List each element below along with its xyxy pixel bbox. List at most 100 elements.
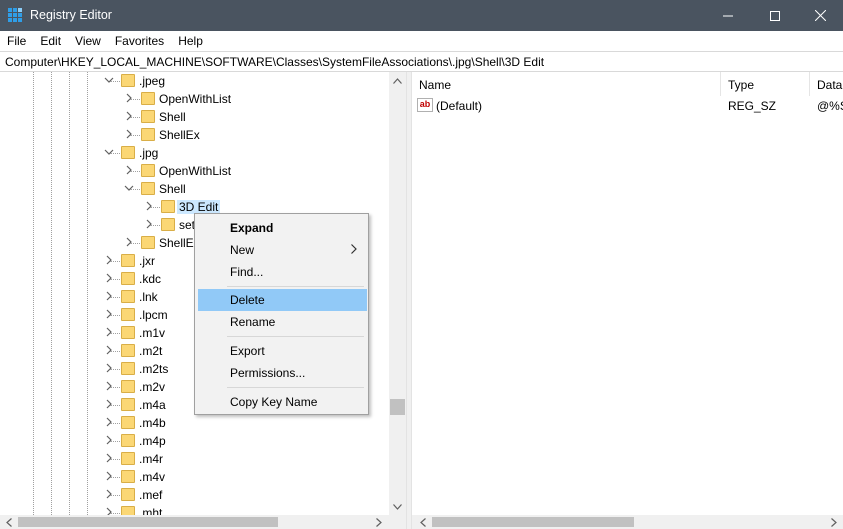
menu-favorites[interactable]: Favorites	[108, 31, 171, 51]
table-row[interactable]: ab (Default) REG_SZ @%S	[412, 97, 843, 115]
tree-item[interactable]: .mef	[0, 486, 390, 504]
tree-item-label: Shell	[159, 182, 186, 196]
tree-item-label: .jpeg	[139, 74, 166, 88]
chevron-right-icon[interactable]	[104, 255, 114, 265]
tree-item[interactable]: .jpg	[0, 144, 390, 162]
menu-item-label: Rename	[230, 315, 276, 329]
tree-horizontal-scrollbar[interactable]	[0, 515, 389, 529]
menu-item-delete[interactable]: Delete	[198, 289, 367, 311]
menu-separator	[227, 336, 364, 337]
chevron-right-icon[interactable]	[104, 363, 114, 373]
menu-edit[interactable]: Edit	[33, 31, 68, 51]
scroll-thumb[interactable]	[18, 517, 278, 527]
chevron-down-icon[interactable]	[104, 75, 114, 85]
chevron-right-icon[interactable]	[144, 219, 154, 229]
tree-item[interactable]: .m4v	[0, 468, 390, 486]
tree-item[interactable]: Shell	[0, 180, 390, 198]
menu-item-expand[interactable]: Expand	[198, 217, 367, 239]
chevron-down-icon[interactable]	[124, 183, 134, 193]
column-header-data[interactable]: Data	[810, 72, 843, 96]
folder-icon	[121, 290, 135, 303]
address-bar[interactable]: Computer\HKEY_LOCAL_MACHINE\SOFTWARE\Cla…	[0, 51, 843, 72]
tree-item-label: OpenWithList	[159, 92, 232, 106]
menu-item-permissions[interactable]: Permissions...	[198, 362, 367, 384]
value-list: Name Type Data ab (Default) REG_SZ @%S	[412, 72, 843, 515]
menu-item-label: Export	[230, 344, 265, 358]
string-value-icon: ab	[417, 98, 433, 112]
chevron-right-icon[interactable]	[104, 453, 114, 463]
chevron-right-icon[interactable]	[104, 291, 114, 301]
menu-item-new[interactable]: New	[198, 239, 367, 261]
menu-file[interactable]: File	[0, 31, 33, 51]
tree-item-label: .m1v	[139, 326, 166, 340]
chevron-right-icon[interactable]	[124, 129, 134, 139]
menu-view[interactable]: View	[68, 31, 108, 51]
folder-icon	[121, 308, 135, 321]
menu-item-find[interactable]: Find...	[198, 261, 367, 283]
chevron-right-icon[interactable]	[104, 399, 114, 409]
address-path: Computer\HKEY_LOCAL_MACHINE\SOFTWARE\Cla…	[5, 55, 545, 69]
tree-item[interactable]: OpenWithList	[0, 162, 390, 180]
tree-item-label: .mef	[139, 488, 163, 502]
scroll-right-arrow[interactable]	[372, 515, 386, 529]
registry-editor-window: Registry Editor File Edit View Favorites…	[0, 0, 843, 529]
chevron-right-icon[interactable]	[124, 237, 134, 247]
chevron-down-icon[interactable]	[104, 147, 114, 157]
minimize-button[interactable]	[705, 0, 751, 31]
window-title: Registry Editor	[30, 8, 112, 22]
folder-icon	[141, 182, 155, 195]
title-bar[interactable]: Registry Editor	[0, 0, 843, 31]
chevron-right-icon[interactable]	[124, 165, 134, 175]
folder-icon	[121, 146, 135, 159]
column-header-type[interactable]: Type	[721, 72, 810, 96]
menu-item-rename[interactable]: Rename	[198, 311, 367, 333]
maximize-button[interactable]	[752, 0, 798, 31]
folder-icon	[121, 344, 135, 357]
tree-item[interactable]: .m4r	[0, 450, 390, 468]
scroll-thumb[interactable]	[390, 399, 405, 415]
folder-icon	[121, 74, 135, 87]
folder-icon	[141, 164, 155, 177]
menu-help[interactable]: Help	[171, 31, 210, 51]
folder-icon	[121, 488, 135, 501]
chevron-right-icon[interactable]	[104, 471, 114, 481]
list-header: Name Type Data	[412, 72, 843, 96]
list-horizontal-scrollbar[interactable]	[412, 515, 843, 529]
scroll-right-arrow[interactable]	[827, 515, 841, 529]
close-icon	[814, 10, 826, 21]
scroll-up-arrow[interactable]	[389, 72, 406, 89]
close-button[interactable]	[797, 0, 843, 31]
chevron-right-icon[interactable]	[144, 201, 154, 211]
submenu-arrow-icon	[351, 244, 357, 254]
context-menu: Expand New Find... Delete Rename Export …	[194, 213, 369, 415]
tree-item-label: .m4b	[139, 416, 166, 430]
scroll-down-arrow[interactable]	[389, 498, 406, 515]
tree-item[interactable]: .m4p	[0, 432, 390, 450]
tree-item[interactable]: OpenWithList	[0, 90, 390, 108]
menu-item-label: New	[230, 243, 255, 257]
scroll-left-arrow[interactable]	[2, 515, 16, 529]
chevron-right-icon[interactable]	[104, 489, 114, 499]
chevron-right-icon[interactable]	[104, 273, 114, 283]
tree-item[interactable]: Shell	[0, 108, 390, 126]
chevron-right-icon[interactable]	[104, 435, 114, 445]
tree-item[interactable]: .jpeg	[0, 72, 390, 90]
tree-item-label: .m2t	[139, 344, 163, 358]
scroll-left-arrow[interactable]	[416, 515, 430, 529]
chevron-right-icon[interactable]	[124, 111, 134, 121]
scroll-thumb[interactable]	[432, 517, 634, 527]
menu-separator	[227, 387, 364, 388]
chevron-right-icon[interactable]	[104, 327, 114, 337]
chevron-right-icon[interactable]	[104, 381, 114, 391]
menu-item-export[interactable]: Export	[198, 340, 367, 362]
chevron-right-icon[interactable]	[104, 417, 114, 427]
menu-item-copy-key-name[interactable]: Copy Key Name	[198, 391, 367, 413]
column-header-name[interactable]: Name	[412, 72, 721, 96]
tree-item[interactable]: .m4b	[0, 414, 390, 432]
chevron-right-icon[interactable]	[104, 345, 114, 355]
chevron-right-icon[interactable]	[124, 93, 134, 103]
tree-item[interactable]: .mht	[0, 504, 390, 515]
chevron-right-icon[interactable]	[104, 309, 114, 319]
tree-item[interactable]: ShellEx	[0, 126, 390, 144]
tree-vertical-scrollbar[interactable]	[389, 72, 406, 515]
